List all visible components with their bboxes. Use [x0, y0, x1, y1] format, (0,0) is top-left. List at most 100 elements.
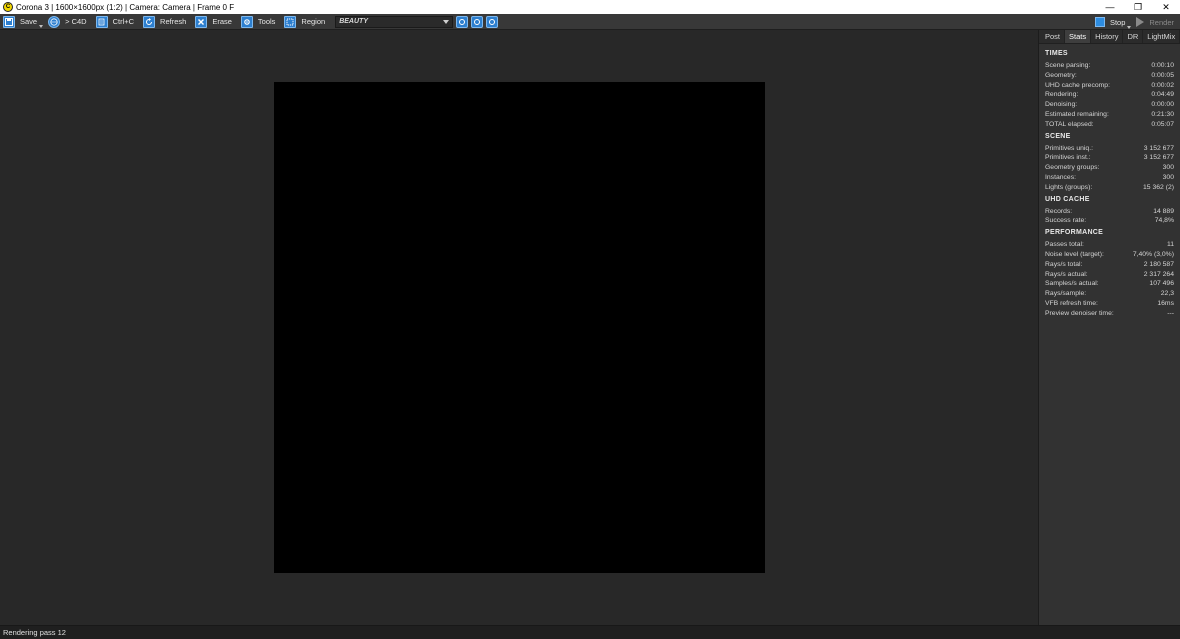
copy-button[interactable]: Ctrl+C — [95, 15, 140, 29]
stat-label: Scene parsing: — [1045, 62, 1091, 69]
section-title: SCENE — [1045, 132, 1071, 140]
close-button[interactable]: ✕ — [1152, 0, 1180, 14]
section-title: UHD CACHE — [1045, 195, 1090, 203]
stop-dropdown-icon[interactable] — [1127, 26, 1132, 29]
play-icon — [1136, 17, 1145, 27]
stat-row: VFB refresh time: 16ms — [1045, 299, 1174, 309]
refresh-icon — [143, 15, 156, 28]
render-viewport[interactable] — [0, 30, 1038, 625]
tab-history[interactable]: History — [1091, 30, 1124, 43]
panel-tabs: Post Stats History DR LightMix — [1039, 30, 1180, 44]
stat-label: Rays/sample: — [1045, 290, 1087, 298]
render-label: Render — [1149, 17, 1174, 27]
chevron-down-icon — [443, 19, 450, 24]
stat-label: Success rate: — [1045, 217, 1087, 225]
stat-value: 16ms — [1157, 299, 1174, 307]
zoom-fit-icon — [489, 18, 496, 25]
stats-section-times: TIMES Scene parsing: 0:00:10 Geometry: 0:00:… — [1045, 50, 1174, 130]
render-pass-value: BEAUTY — [339, 18, 368, 25]
stat-value: 0:00:00 — [1151, 101, 1174, 109]
stop-label: Stop — [1109, 17, 1126, 27]
stat-label: TOTAL elapsed: — [1045, 120, 1094, 128]
refresh-button[interactable]: Refresh — [143, 15, 192, 29]
stat-row: Lights (groups): 15 362 (2) — [1045, 183, 1174, 193]
stat-label: Geometry groups: — [1045, 164, 1100, 172]
stat-row: Denoising: 0:00:00 — [1045, 100, 1174, 110]
status-text: Rendering pass 12 — [3, 628, 66, 637]
stat-label: Preview denoiser time: — [1045, 309, 1114, 317]
tab-post[interactable]: Post — [1041, 30, 1066, 43]
stat-label: Samples/s actual: — [1045, 280, 1099, 288]
stat-label: Estimated remaining: — [1045, 110, 1109, 118]
stat-row: Instances: 300 — [1045, 173, 1174, 183]
stat-value: 11 — [1166, 241, 1174, 249]
stat-row: TOTAL elapsed: 0:05:07 — [1045, 120, 1174, 130]
stat-value: 3 152 677 — [1143, 144, 1174, 152]
stat-row: Records: 14 889 — [1045, 207, 1174, 217]
minimize-button[interactable]: — — [1096, 0, 1124, 14]
region-button[interactable]: Region — [284, 15, 331, 29]
stat-value: 0:04:49 — [1151, 91, 1174, 99]
title-bar: C Corona 3 | 1600×1600px (1:2) | Camera:… — [0, 0, 1180, 14]
stat-label: Rendering: — [1045, 91, 1079, 99]
stat-value: 15 362 (2) — [1143, 183, 1174, 191]
tab-lightmix[interactable]: LightMix — [1143, 30, 1180, 43]
stats-section-uhd-cache: UHD CACHE Records: 14 889 Success rate: 74,8… — [1045, 196, 1174, 227]
stat-label: Rays/s total: — [1045, 260, 1083, 268]
zoom-in-icon — [459, 18, 466, 25]
gear-icon — [240, 15, 253, 28]
stat-value: 7,40% (3,0%) — [1132, 250, 1174, 258]
save-button[interactable]: Save — [3, 15, 43, 29]
stat-label: Denoising: — [1045, 101, 1078, 109]
stat-label: Noise level (target): — [1045, 250, 1104, 258]
stat-value: 2 180 587 — [1143, 260, 1174, 268]
stats-section-performance: PERFORMANCE Passes total: 11 Noise level (t… — [1045, 229, 1174, 318]
zoom-out-button[interactable] — [471, 15, 484, 28]
stop-icon — [1094, 17, 1105, 27]
stat-value: 0:00:10 — [1151, 62, 1174, 69]
stat-row: Geometry groups: 300 — [1045, 163, 1174, 173]
tab-dr[interactable]: DR — [1123, 30, 1144, 43]
stat-value: 300 — [1162, 173, 1174, 181]
stat-row: Rays/s actual: 2 317 264 — [1045, 270, 1174, 280]
stat-label: Passes total: — [1045, 241, 1084, 249]
stat-value: 300 — [1162, 164, 1174, 172]
stat-row: Scene parsing: 0:00:10 — [1045, 61, 1174, 71]
tab-stats[interactable]: Stats — [1065, 30, 1092, 43]
section-title: TIMES — [1045, 50, 1068, 57]
stat-label: Rays/s actual: — [1045, 270, 1088, 278]
status-bar: Rendering pass 12 — [0, 625, 1180, 639]
render-button[interactable]: Render — [1136, 15, 1180, 29]
tools-button[interactable]: Tools — [240, 15, 282, 29]
stat-row: Samples/s actual: 107 496 — [1045, 279, 1174, 289]
stat-value: 74,8% — [1154, 217, 1174, 225]
stat-label: Lights (groups): — [1045, 183, 1093, 191]
render-pass-select[interactable]: BEAUTY — [335, 15, 454, 28]
stat-value: 14 889 — [1153, 207, 1174, 215]
stat-value: 3 152 677 — [1143, 154, 1174, 162]
globe-icon — [48, 15, 61, 28]
stop-button[interactable]: Stop — [1094, 15, 1131, 29]
erase-button[interactable]: Erase — [195, 15, 238, 29]
zoom-in-button[interactable] — [456, 15, 469, 28]
stat-row: Passes total: 11 — [1045, 240, 1174, 250]
stat-row: Estimated remaining: 0:21:30 — [1045, 110, 1174, 120]
stat-label: Primitives inst.: — [1045, 154, 1091, 162]
send-to-c4d-button[interactable]: > C4D — [48, 15, 92, 29]
save-label: Save — [20, 17, 38, 26]
stat-value: 0:21:30 — [1151, 110, 1174, 118]
corona-logo-icon: C — [3, 2, 13, 12]
render-image[interactable] — [274, 82, 765, 573]
copy-icon — [95, 15, 108, 28]
copy-label: Ctrl+C — [112, 17, 135, 26]
side-panel: Post Stats History DR LightMix TIMES Scene pa… — [1038, 30, 1180, 625]
stat-row: Success rate: 74,8% — [1045, 216, 1174, 226]
zoom-fit-button[interactable] — [486, 15, 499, 28]
region-label: Region — [301, 17, 326, 26]
maximize-button[interactable]: ❐ — [1124, 0, 1152, 14]
stat-label: Instances: — [1045, 173, 1076, 181]
save-dropdown-icon[interactable] — [39, 25, 44, 28]
window-controls: — ❐ ✕ — [1096, 0, 1180, 14]
stat-value: 0:00:02 — [1151, 81, 1174, 89]
stat-row: Preview denoiser time: --- — [1045, 309, 1174, 319]
